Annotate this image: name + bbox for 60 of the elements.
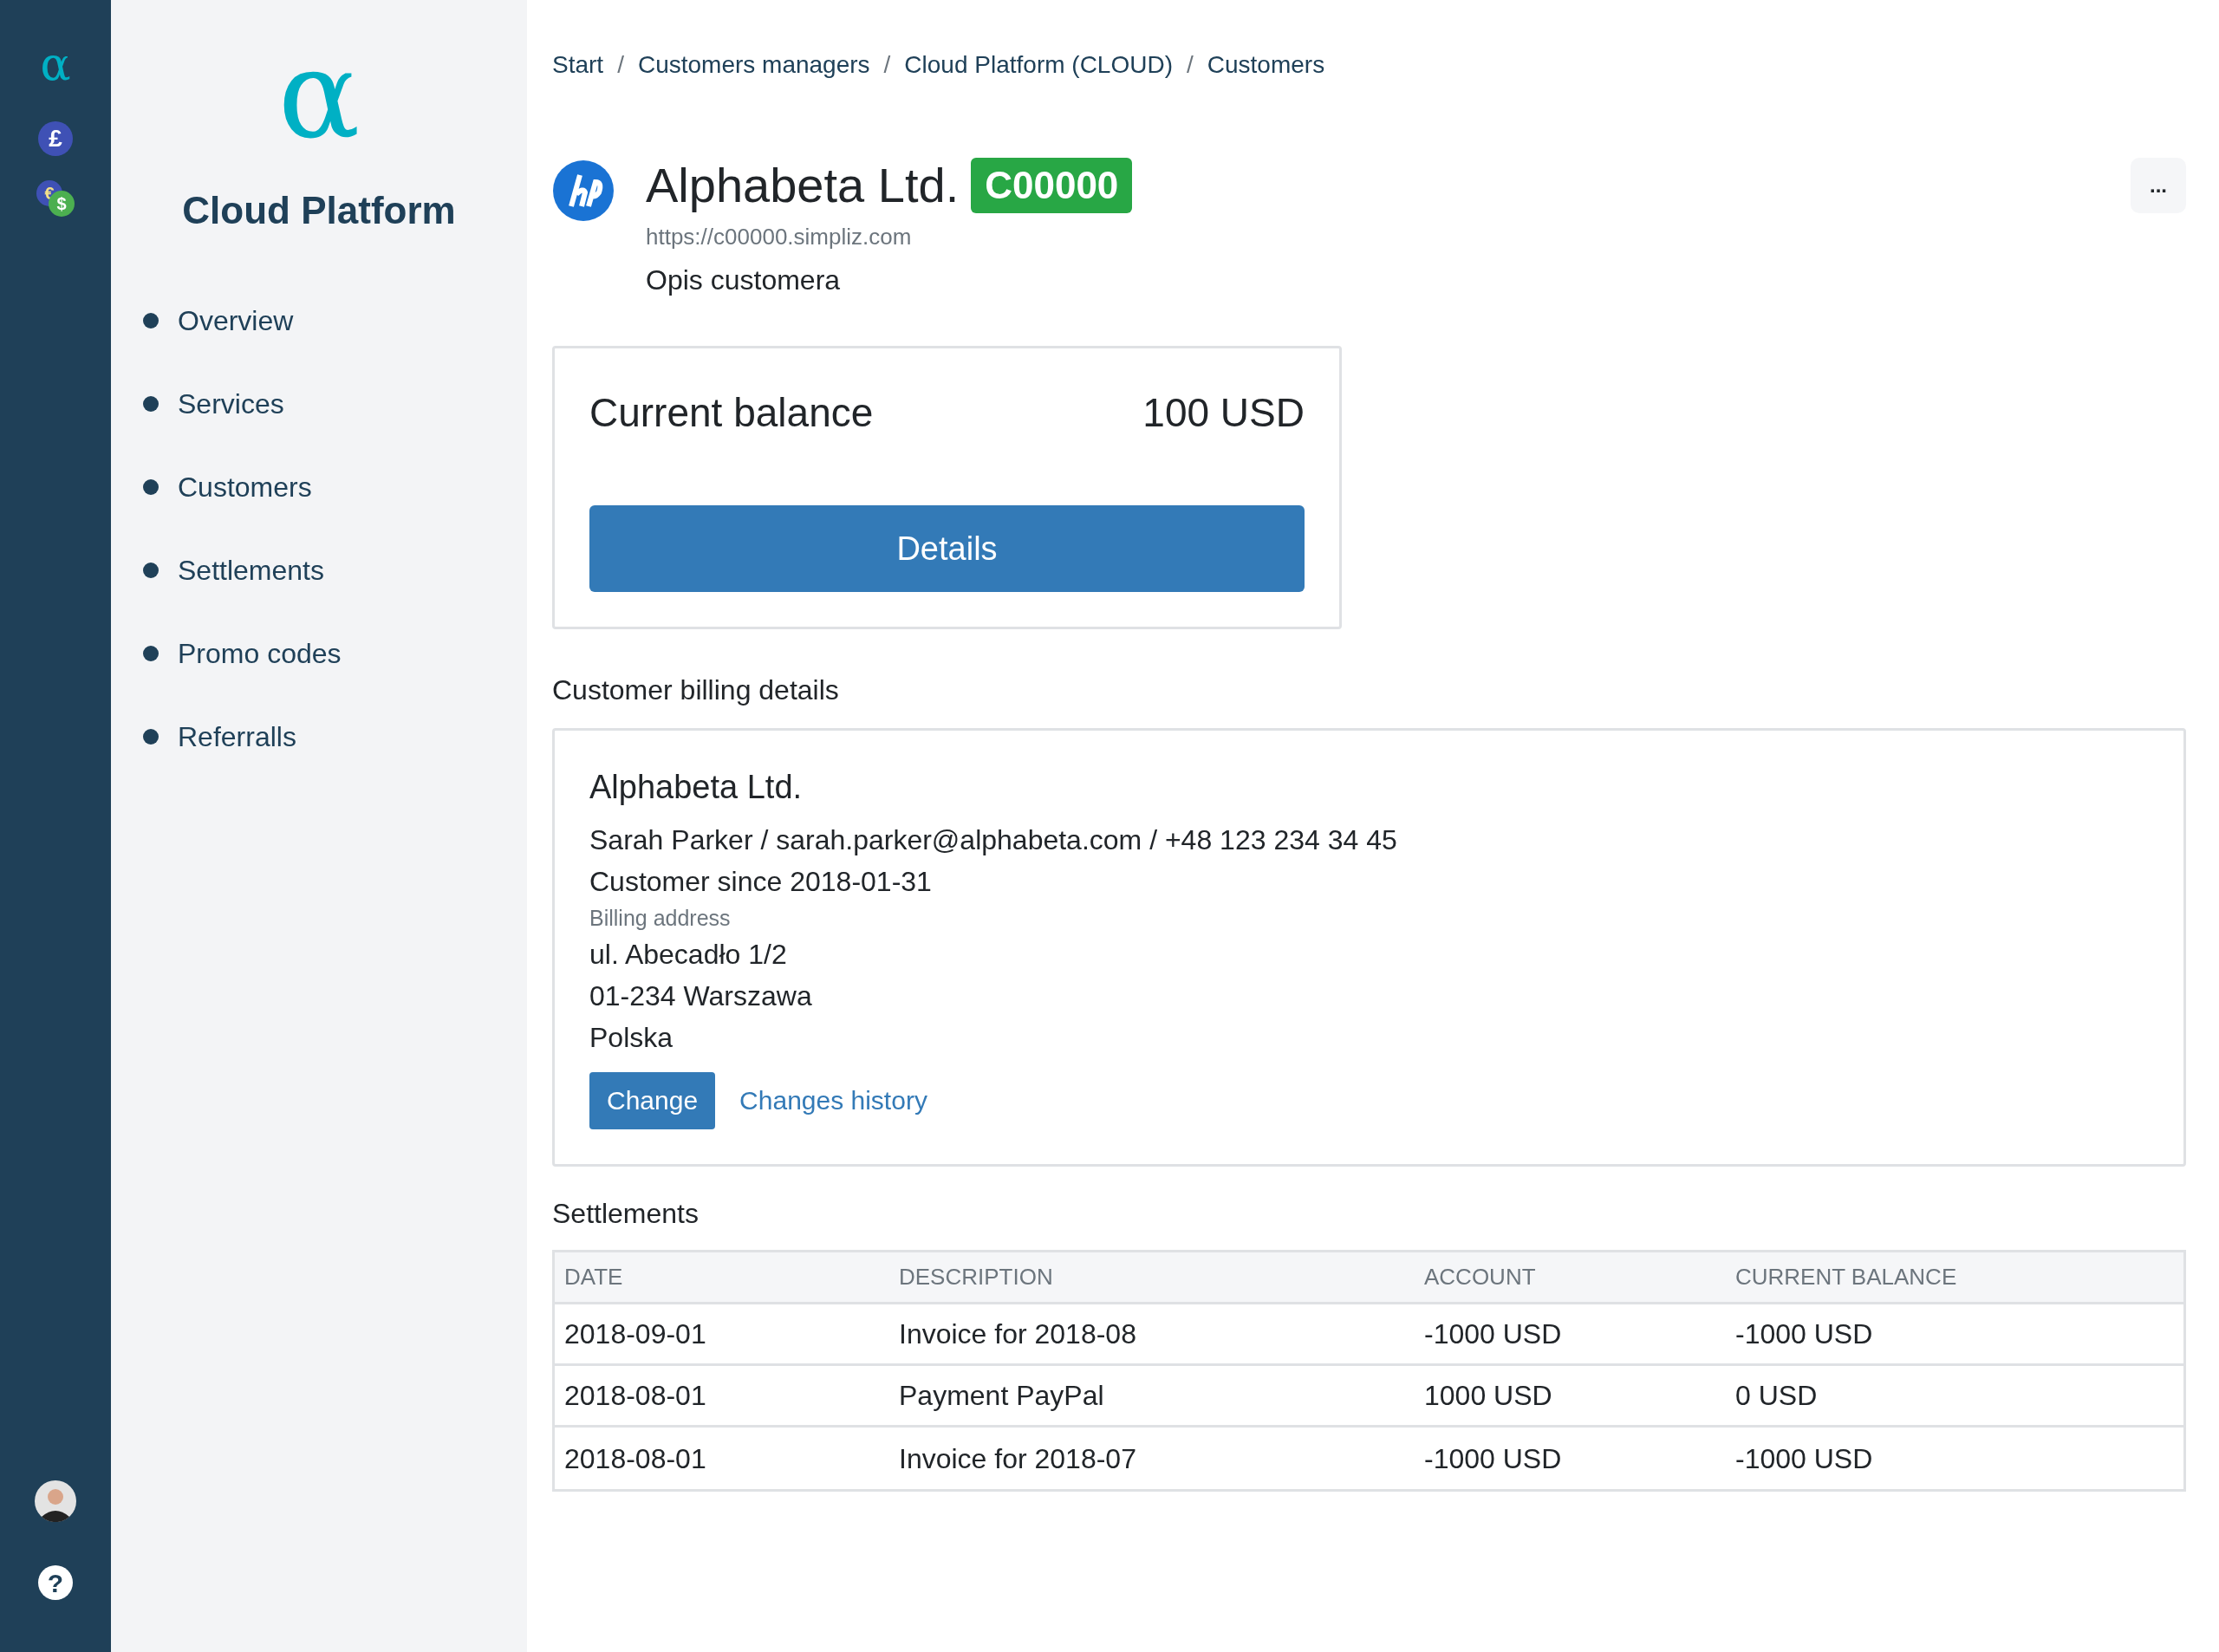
nav-item[interactable]: Services bbox=[143, 385, 527, 423]
bullet-icon bbox=[143, 479, 159, 495]
details-button[interactable]: Details bbox=[589, 505, 1305, 592]
address-line: Polska bbox=[589, 1021, 674, 1055]
contact-line: Sarah Parker / sarah.parker@alphabeta.com / +48 123 234 34 45 bbox=[589, 823, 1398, 857]
avatar-icon[interactable] bbox=[35, 1480, 76, 1522]
table-cell-text: -1000 USD bbox=[1734, 1317, 1874, 1351]
table-cell-text: Invoice for 2018-08 bbox=[898, 1317, 1137, 1351]
balance-value: 100 USD bbox=[1142, 389, 1305, 437]
bullet-icon bbox=[143, 729, 159, 745]
column-header: ACCOUNT bbox=[1423, 1263, 1537, 1291]
nav-item[interactable]: Customers bbox=[143, 468, 527, 506]
logo-icon bbox=[552, 159, 615, 222]
table-cell-text: Invoice for 2018-07 bbox=[898, 1441, 1137, 1476]
nav-item[interactable]: Overview bbox=[143, 302, 527, 340]
app-title: Cloud Platform bbox=[182, 188, 456, 233]
help-icon[interactable]: ? bbox=[38, 1565, 73, 1600]
company-name: Alphabeta Ltd. bbox=[589, 768, 804, 807]
bullet-icon bbox=[143, 563, 159, 578]
nav-item[interactable]: Settlements bbox=[143, 551, 527, 589]
pound-coin-icon[interactable]: £ bbox=[38, 121, 73, 156]
breadcrumb-link[interactable]: Customers bbox=[1207, 47, 1325, 83]
customer-title: Alphabeta Ltd. bbox=[646, 157, 960, 214]
table-cell-text: 2018-08-01 bbox=[563, 1441, 707, 1476]
customer-url: https://c00000.simpliz.com bbox=[646, 223, 913, 251]
bullet-icon bbox=[143, 396, 159, 412]
table-cell-text: Payment PayPal bbox=[898, 1379, 1105, 1413]
changes-history-link[interactable]: Changes history bbox=[739, 1080, 927, 1122]
bullet-icon bbox=[143, 646, 159, 661]
address-line: ul. Abecadło 1/2 bbox=[589, 938, 788, 972]
section-heading: Customer billing details bbox=[552, 673, 840, 707]
table-cell-text: 2018-08-01 bbox=[563, 1379, 707, 1413]
change-button[interactable]: Change bbox=[589, 1072, 716, 1129]
alpha-logo[interactable]: α bbox=[40, 42, 71, 87]
table-cell-text: 1000 USD bbox=[1423, 1379, 1553, 1413]
column-header: DESCRIPTION bbox=[898, 1263, 1054, 1291]
breadcrumb-link[interactable]: Cloud Platform (CLOUD) bbox=[904, 47, 1173, 83]
nav-item[interactable]: Promo codes bbox=[143, 634, 527, 673]
table-cell-text: -1000 USD bbox=[1423, 1317, 1563, 1351]
more-button[interactable]: ... bbox=[2131, 158, 2186, 213]
column-header: DATE bbox=[563, 1263, 624, 1291]
column-header: CURRENT BALANCE bbox=[1734, 1263, 1958, 1291]
breadcrumb-link[interactable]: Customers managers bbox=[637, 47, 870, 83]
breadcrumb-separator: / bbox=[617, 50, 624, 80]
table-cell-text: 0 USD bbox=[1734, 1379, 1819, 1413]
customer-description: Opis customera bbox=[646, 263, 842, 297]
nav-item[interactable]: Referralls bbox=[143, 718, 527, 756]
address-line: 01-234 Warszawa bbox=[589, 979, 813, 1013]
table-cell-text: -1000 USD bbox=[1734, 1441, 1874, 1476]
billing-address-label: Billing address bbox=[589, 905, 732, 932]
table-cell-text: -1000 USD bbox=[1423, 1441, 1563, 1476]
section-heading: Settlements bbox=[552, 1197, 700, 1231]
bullet-icon bbox=[143, 313, 159, 328]
customer-code: C00000 bbox=[971, 158, 1133, 213]
customer-since: Customer since 2018-01-31 bbox=[589, 865, 933, 899]
breadcrumb-link[interactable]: Start bbox=[552, 47, 604, 83]
table-cell-text: 2018-09-01 bbox=[563, 1317, 707, 1351]
balance-label: Current balance bbox=[589, 389, 874, 437]
breadcrumb-separator: / bbox=[1187, 50, 1194, 80]
breadcrumb-separator: / bbox=[883, 50, 891, 80]
